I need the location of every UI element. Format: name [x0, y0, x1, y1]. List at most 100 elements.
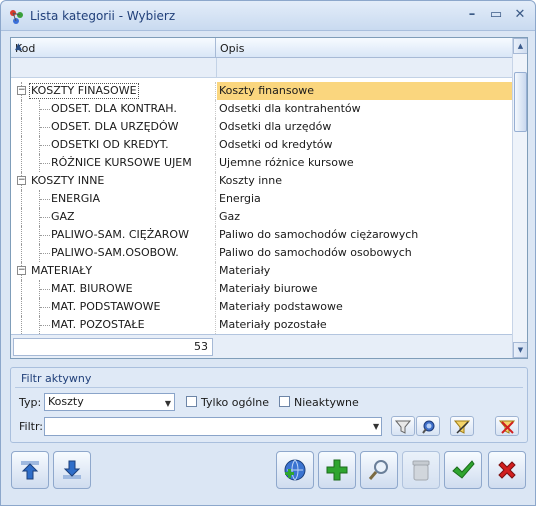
row-kod-cell[interactable]: − MATERIAŁY — [11, 262, 216, 280]
row-opis-cell[interactable]: Koszty inne — [217, 172, 512, 190]
edit-button[interactable] — [360, 451, 398, 489]
filter-clear-button[interactable] — [495, 416, 519, 436]
row-kod-cell[interactable]: MAT. BIUROWE — [11, 280, 216, 298]
filter-panel: Filtr aktywny Typ: Koszty ▼ Tylko ogólne… — [10, 367, 528, 443]
row-opis-cell[interactable]: Materiały — [217, 262, 512, 280]
row-kod-text: MAT. PODSTAWOWE — [51, 300, 161, 313]
minimize-button[interactable]: – — [462, 6, 482, 24]
close-button[interactable]: ✕ — [510, 6, 530, 24]
cancel-button[interactable] — [488, 451, 526, 489]
tree-row[interactable]: ODSET. DLA URZĘDÓW Odsetki dla urzędów — [11, 118, 512, 136]
row-kod-text: MAT. BIUROWE — [51, 282, 133, 295]
row-opis-cell[interactable]: Ujemne różnice kursowe — [217, 154, 512, 172]
only-general-label[interactable]: Tylko ogólne — [201, 396, 269, 409]
tree-row[interactable]: ENERGIA Energia — [11, 190, 512, 208]
only-general-checkbox[interactable] — [186, 396, 197, 407]
collapse-icon[interactable]: − — [17, 176, 26, 185]
filter-dropdown-icon[interactable]: ▼ — [373, 422, 379, 431]
move-up-icon — [21, 461, 39, 480]
scroll-thumb[interactable] — [514, 72, 527, 132]
collapse-icon[interactable]: − — [17, 266, 26, 275]
add-button[interactable] — [318, 451, 356, 489]
tree-row[interactable]: ODSETKI OD KREDYT. Odsetki od kredytów — [11, 136, 512, 154]
tree-row[interactable]: MAT. PODSTAWOWE Materiały podstawowe — [11, 298, 512, 316]
move-down-icon — [63, 460, 81, 479]
row-kod-text: KOSZTY INNE — [31, 174, 105, 187]
row-opis-cell[interactable]: Energia — [217, 190, 512, 208]
row-kod-text: ODSET. DLA URZĘDÓW — [51, 120, 179, 133]
row-kod-cell[interactable]: MAT. PODSTAWOWE — [11, 298, 216, 316]
column-filter-row[interactable] — [11, 58, 512, 78]
tree-row[interactable]: MAT. POZOSTAŁE Materiały pozostałe — [11, 316, 512, 334]
row-kod-cell[interactable]: ODSETKI OD KREDYT. — [11, 136, 216, 154]
app-tree-icon — [10, 10, 23, 24]
move-up-button[interactable] — [11, 451, 49, 489]
row-opis-cell[interactable]: Odsetki dla urzędów — [217, 118, 512, 136]
cancel-icon — [498, 461, 516, 479]
tree-row[interactable]: PALIWO-SAM. CIĘŻAROW Paliwo do samochodów… — [11, 226, 512, 244]
row-kod-text: ODSET. DLA KONTRAH. — [51, 102, 177, 115]
tree-rows: − KOSZTY FINASOWE Koszty finansowe ODSET. D… — [11, 82, 512, 334]
tree-row[interactable]: GAZ Gaz — [11, 208, 512, 226]
row-opis-cell[interactable]: Materiały pozostałe — [217, 316, 512, 334]
row-opis-cell[interactable]: Odsetki dla kontrahentów — [217, 100, 512, 118]
inactive-label[interactable]: Nieaktywne — [294, 396, 359, 409]
funnel-icon — [395, 420, 411, 434]
row-kod-text: MAT. POZOSTAŁE — [51, 318, 145, 331]
collapse-icon[interactable]: − — [17, 86, 26, 95]
row-kod-cell[interactable]: ENERGIA — [11, 190, 216, 208]
row-opis-cell[interactable]: Materiały podstawowe — [217, 298, 512, 316]
tree-row[interactable]: PALIWO-SAM.OSOBOW. Paliwo do samochodów o… — [11, 244, 512, 262]
globe-add-icon — [284, 459, 306, 481]
type-select[interactable]: Koszty ▼ — [44, 393, 175, 411]
add-from-globe-button[interactable] — [276, 451, 314, 489]
row-kod-text: KOSZTY FINASOWE — [29, 83, 139, 99]
row-opis-cell[interactable]: Paliwo do samochodów osobowych — [217, 244, 512, 262]
filter-apply-button[interactable] — [450, 416, 474, 436]
filter-advanced-button[interactable] — [416, 416, 440, 436]
vertical-scrollbar[interactable]: ▲ ▼ — [512, 38, 527, 358]
move-down-button[interactable] — [53, 451, 91, 489]
category-grid[interactable]: Kod ▲ Opis − KOSZTY FINASOWE Koszty finans… — [10, 37, 528, 359]
delete-button[interactable] — [402, 451, 440, 489]
row-opis-cell[interactable]: Gaz — [217, 208, 512, 226]
row-kod-cell[interactable]: PALIWO-SAM.OSOBOW. — [11, 244, 216, 262]
row-kod-cell[interactable]: ODSET. DLA KONTRAH. — [11, 100, 216, 118]
tree-row[interactable]: − MATERIAŁY Materiały — [11, 262, 512, 280]
tree-row[interactable]: MAT. BIUROWE Materiały biurowe — [11, 280, 512, 298]
row-kod-cell[interactable]: GAZ — [11, 208, 216, 226]
row-kod-text: RÓŻNICE KURSOWE UJEM — [51, 156, 192, 169]
row-opis-cell[interactable]: Paliwo do samochodów ciężarowych — [217, 226, 512, 244]
row-opis-cell[interactable]: Materiały biurowe — [217, 280, 512, 298]
row-kod-cell[interactable]: − KOSZTY FINASOWE — [11, 82, 216, 100]
title-bar[interactable]: Lista kategorii - Wybierz – ▭ ✕ — [1, 1, 535, 31]
row-kod-text: GAZ — [51, 210, 75, 223]
row-kod-cell[interactable]: RÓŻNICE KURSOWE UJEM — [11, 154, 216, 172]
row-opis-cell[interactable]: Odsetki od kredytów — [217, 136, 512, 154]
column-header-opis[interactable]: Opis — [216, 38, 512, 58]
row-kod-cell[interactable]: PALIWO-SAM. CIĘŻAROW — [11, 226, 216, 244]
maximize-button[interactable]: ▭ — [486, 6, 506, 24]
tree-row[interactable]: − KOSZTY FINASOWE Koszty finansowe — [11, 82, 512, 100]
confirm-button[interactable] — [444, 451, 482, 489]
inactive-checkbox[interactable] — [279, 396, 290, 407]
filter-funnel-button[interactable] — [391, 416, 415, 436]
tree-row[interactable]: ODSET. DLA KONTRAH. Odsetki dla kontrahen… — [11, 100, 512, 118]
row-kod-text: MATERIAŁY — [31, 264, 93, 277]
add-icon — [326, 459, 348, 481]
funnel-edit-icon — [454, 420, 470, 434]
type-select-value: Koszty — [48, 395, 84, 408]
scroll-down-button[interactable]: ▼ — [513, 342, 527, 358]
filter-input[interactable] — [44, 417, 382, 436]
tree-row[interactable]: RÓŻNICE KURSOWE UJEM Ujemne różnice kurso… — [11, 154, 512, 172]
funnel-clear-icon — [499, 420, 515, 434]
column-header-kod[interactable]: Kod ▲ — [11, 38, 216, 58]
row-opis-cell[interactable]: Koszty finansowe — [217, 82, 512, 100]
row-kod-cell[interactable]: ODSET. DLA URZĘDÓW — [11, 118, 216, 136]
tree-row[interactable]: − KOSZTY INNE Koszty inne — [11, 172, 512, 190]
row-kod-cell[interactable]: MAT. POZOSTAŁE — [11, 316, 216, 334]
row-kod-text: ENERGIA — [51, 192, 101, 205]
row-kod-cell[interactable]: − KOSZTY INNE — [11, 172, 216, 190]
scroll-up-button[interactable]: ▲ — [513, 38, 527, 54]
chevron-down-icon: ▼ — [164, 399, 171, 408]
